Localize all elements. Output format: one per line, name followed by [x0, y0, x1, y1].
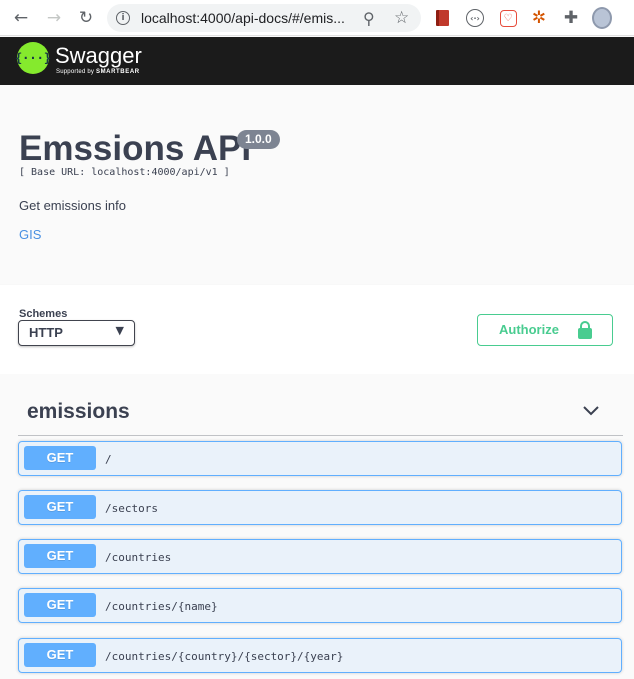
swagger-logo-subtitle: Supported by SMARTBEAR [56, 69, 140, 75]
api-description: Get emissions info [19, 198, 126, 213]
fox-extension-icon[interactable]: ✲ [529, 8, 549, 28]
chevron-down-icon[interactable]: ▼ [116, 324, 124, 337]
method-badge[interactable]: GET [24, 593, 96, 617]
api-info-section: Emssions API 1.0.0 [ Base URL: localhost… [0, 85, 634, 285]
opblock-get-country-sector-year[interactable]: GET /countries/{country}/{sector}/{year} [18, 638, 622, 673]
version-badge: 1.0.0 [237, 130, 280, 149]
opblock-get-country-by-name[interactable]: GET /countries/{name} [18, 588, 622, 623]
operation-path[interactable]: /countries/{country}/{sector}/{year} [105, 650, 343, 663]
scheme-selected-value[interactable]: HTTP [29, 325, 63, 340]
chevron-down-icon[interactable] [583, 402, 599, 418]
opblock-get-sectors[interactable]: GET /sectors [18, 490, 622, 525]
address-bar[interactable]: i localhost:4000/api-docs/#/emis... ⚲ ☆ [107, 4, 421, 32]
method-badge[interactable]: GET [24, 495, 96, 519]
api-title: Emssions API [19, 129, 252, 168]
site-info-icon[interactable]: i [116, 11, 130, 25]
heart-extension-icon[interactable]: ♡ [498, 8, 518, 28]
operation-path[interactable]: /sectors [105, 502, 158, 515]
address-url[interactable]: localhost:4000/api-docs/#/emis... [141, 10, 345, 26]
profile-avatar[interactable] [592, 7, 612, 29]
operation-path[interactable]: /countries/{name} [105, 600, 218, 613]
scheme-select[interactable]: HTTP ▼ [18, 320, 135, 346]
tag-title[interactable]: emissions [27, 400, 130, 424]
operation-path[interactable]: /countries [105, 551, 171, 564]
method-badge[interactable]: GET [24, 643, 96, 667]
gis-link[interactable]: GIS [19, 227, 41, 242]
puzzle-icon[interactable]: ✚ [561, 8, 581, 28]
forward-arrow-icon[interactable]: → [43, 7, 65, 29]
authorize-button[interactable]: Authorize [477, 314, 613, 346]
back-arrow-icon[interactable]: ← [10, 7, 32, 29]
swagger-logo-icon[interactable]: {···} [15, 42, 51, 74]
method-badge[interactable]: GET [24, 544, 96, 568]
reload-icon[interactable]: ↻ [75, 7, 97, 29]
browser-toolbar: ← → ↻ i localhost:4000/api-docs/#/emis..… [0, 0, 634, 36]
code-extension-icon[interactable]: ‹·› [465, 8, 485, 28]
opblock-get-root[interactable]: GET / [18, 441, 622, 476]
zoom-icon[interactable]: ⚲ [363, 9, 375, 28]
tag-header-emissions[interactable]: emissions [18, 390, 623, 436]
swagger-topbar: {···} Swagger Supported by SMARTBEAR [0, 37, 634, 85]
authorize-button-label[interactable]: Authorize [499, 322, 559, 337]
method-badge[interactable]: GET [24, 446, 96, 470]
opblock-get-countries[interactable]: GET /countries [18, 539, 622, 574]
operations-section: emissions GET / GET /sectors GET /countr… [0, 374, 634, 679]
schemes-label: Schemes [19, 308, 68, 320]
operation-path[interactable]: / [105, 453, 112, 466]
base-url: [ Base URL: localhost:4000/api/v1 ] [19, 167, 230, 178]
bookmark-star-icon[interactable]: ☆ [394, 8, 409, 28]
swagger-logo-text[interactable]: Swagger [55, 43, 142, 69]
book-extension-icon[interactable] [432, 8, 452, 28]
lock-icon[interactable] [578, 321, 592, 339]
schemes-container: Schemes HTTP ▼ Authorize [0, 285, 634, 374]
